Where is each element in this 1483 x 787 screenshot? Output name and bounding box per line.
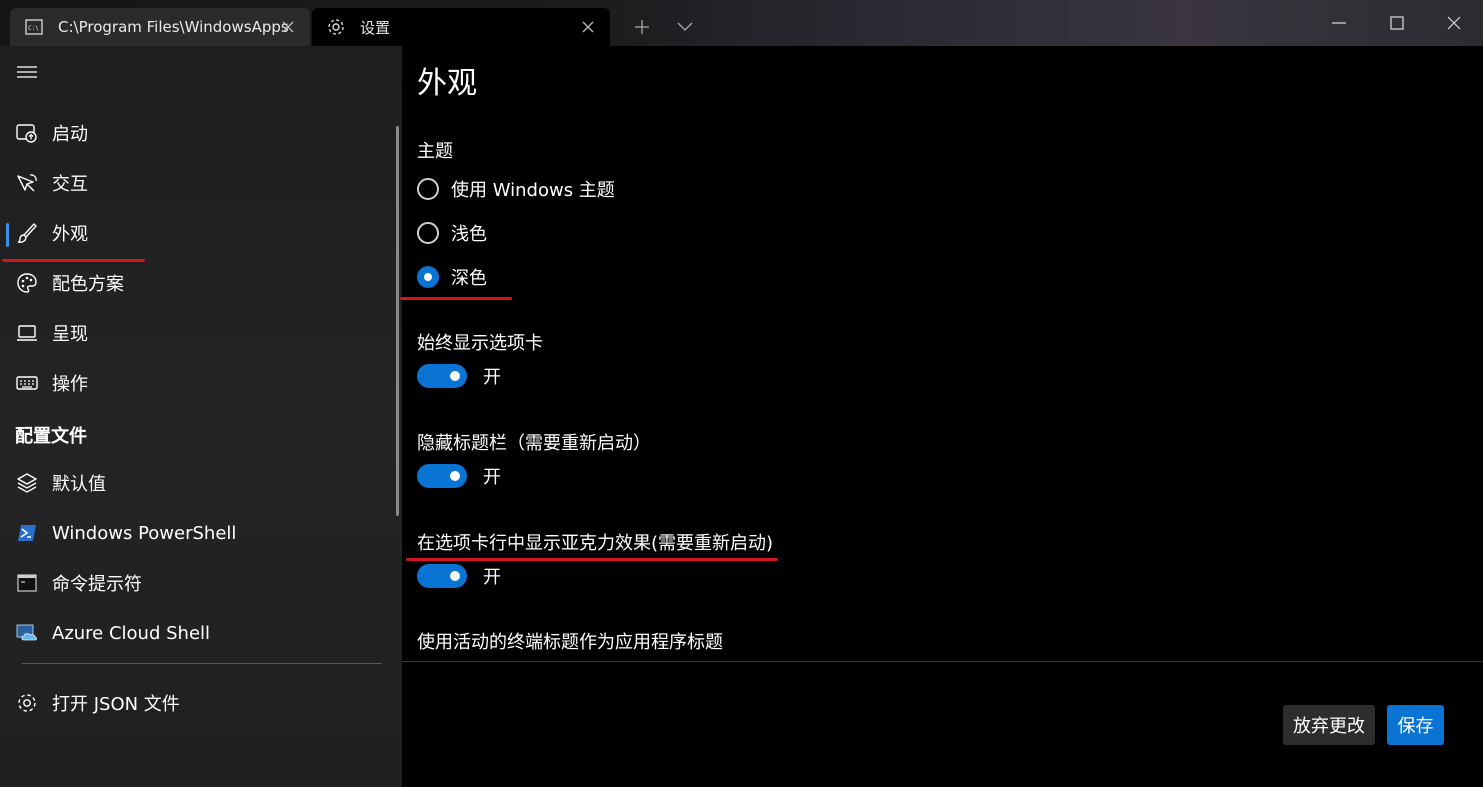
layers-icon: [16, 472, 38, 494]
maximize-icon[interactable]: [1368, 0, 1426, 46]
hide-titlebar-label: 隐藏标题栏（需要重新启动）: [417, 433, 651, 454]
hide-titlebar-toggle[interactable]: 开: [417, 463, 501, 489]
toggle-state: 开: [483, 367, 501, 388]
theme-option-light[interactable]: 浅色: [417, 218, 487, 248]
sidebar-item-label: 启动: [52, 124, 88, 145]
close-icon[interactable]: [278, 17, 298, 37]
startup-icon: [16, 122, 38, 144]
radio-label: 使用 Windows 主题: [451, 180, 615, 201]
toggle-switch[interactable]: [417, 564, 467, 588]
sidebar-scrollbar[interactable]: [396, 126, 399, 516]
red-annotation-underline: [2, 259, 145, 262]
tab-terminal[interactable]: C:\ C:\Program Files\WindowsApps: [10, 8, 310, 46]
close-icon[interactable]: [578, 17, 598, 37]
theme-option-dark[interactable]: 深色: [417, 262, 487, 292]
plus-icon[interactable]: [625, 10, 659, 44]
sidebar-item-label: 外观: [52, 224, 88, 245]
radio-button[interactable]: [417, 222, 439, 244]
active-terminal-title-label: 使用活动的终端标题作为应用程序标题: [417, 632, 723, 653]
sidebar-item-azure-cloud-shell[interactable]: Azure Cloud Shell: [0, 611, 395, 655]
cmd-icon: [16, 572, 38, 594]
page-title: 外观: [417, 66, 477, 101]
radio-button-checked[interactable]: [417, 266, 439, 288]
hamburger-icon[interactable]: [16, 64, 38, 80]
sidebar-divider: [22, 663, 382, 664]
sidebar-item-powershell[interactable]: Windows PowerShell: [0, 511, 395, 555]
chevron-down-icon[interactable]: [668, 10, 702, 44]
azure-cloud-icon: [16, 622, 38, 644]
acrylic-tab-row-toggle[interactable]: 开: [417, 563, 501, 589]
sidebar-item-label: 命令提示符: [52, 574, 142, 595]
tab-settings[interactable]: 设置: [312, 8, 610, 46]
theme-label: 主题: [417, 141, 453, 162]
selected-indicator: [6, 223, 9, 247]
sidebar-item-label: 操作: [52, 374, 88, 395]
save-button[interactable]: 保存: [1387, 705, 1444, 745]
sidebar-item-label: 默认值: [52, 474, 106, 495]
radio-button[interactable]: [417, 178, 439, 200]
powershell-icon: [16, 522, 38, 544]
toggle-switch[interactable]: [417, 464, 467, 488]
sidebar-item-label: 配色方案: [52, 274, 124, 295]
close-icon[interactable]: [1425, 0, 1483, 46]
toggle-switch[interactable]: [417, 364, 467, 388]
brush-icon: [16, 222, 38, 244]
open-json-file-button[interactable]: 打开 JSON 文件: [0, 681, 395, 725]
open-json-label: 打开 JSON 文件: [52, 694, 180, 715]
toggle-state: 开: [483, 567, 501, 588]
sidebar-item-rendering[interactable]: 呈现: [0, 311, 395, 355]
sidebar-item-label: Azure Cloud Shell: [52, 622, 211, 644]
radio-label: 浅色: [451, 224, 487, 245]
tab-settings-label: 设置: [360, 18, 391, 37]
palette-icon: [16, 272, 38, 294]
title-bar: C:\ C:\Program Files\WindowsApps 设置: [0, 0, 1483, 46]
sidebar-item-label: 呈现: [52, 324, 88, 345]
svg-text:C:\: C:\: [28, 25, 39, 32]
sidebar-item-interaction[interactable]: 交互: [0, 161, 395, 205]
sidebar-item-defaults[interactable]: 默认值: [0, 461, 395, 505]
always-show-tabs-label: 始终显示选项卡: [417, 333, 543, 354]
sidebar: 启动 交互 外观 配色方案 呈现 操作 配置文件 默认值 Windows Pow…: [0, 46, 402, 787]
discard-changes-button[interactable]: 放弃更改: [1283, 705, 1375, 745]
red-annotation-underline: [400, 297, 512, 300]
interaction-icon: [16, 172, 38, 194]
profiles-section-header: 配置文件: [15, 426, 87, 447]
sidebar-item-label: Windows PowerShell: [52, 522, 237, 544]
sidebar-item-color-schemes[interactable]: 配色方案: [0, 261, 395, 305]
gear-icon: [326, 17, 346, 37]
sidebar-item-startup[interactable]: 启动: [0, 111, 395, 155]
sidebar-item-appearance[interactable]: 外观: [0, 211, 395, 255]
toggle-state: 开: [483, 467, 501, 488]
minimize-icon[interactable]: [1310, 0, 1368, 46]
keyboard-icon: [16, 372, 38, 394]
theme-option-windows[interactable]: 使用 Windows 主题: [417, 174, 615, 204]
sidebar-item-cmd[interactable]: 命令提示符: [0, 561, 395, 605]
laptop-icon: [16, 322, 38, 344]
always-show-tabs-toggle[interactable]: 开: [417, 363, 501, 389]
sidebar-item-actions[interactable]: 操作: [0, 361, 395, 405]
settings-content: 外观 主题 使用 Windows 主题 浅色 深色 始终显示选项卡 开 隐藏标题…: [400, 46, 1483, 787]
sidebar-item-label: 交互: [52, 174, 88, 195]
red-annotation-underline: [406, 558, 778, 561]
acrylic-tab-row-label: 在选项卡行中显示亚克力效果(需要重新启动): [417, 533, 774, 554]
radio-label: 深色: [451, 268, 487, 289]
footer-divider: [402, 661, 1483, 662]
terminal-icon: C:\: [24, 17, 44, 37]
tab-terminal-label: C:\Program Files\WindowsApps: [58, 18, 289, 36]
gear-icon: [16, 692, 38, 714]
